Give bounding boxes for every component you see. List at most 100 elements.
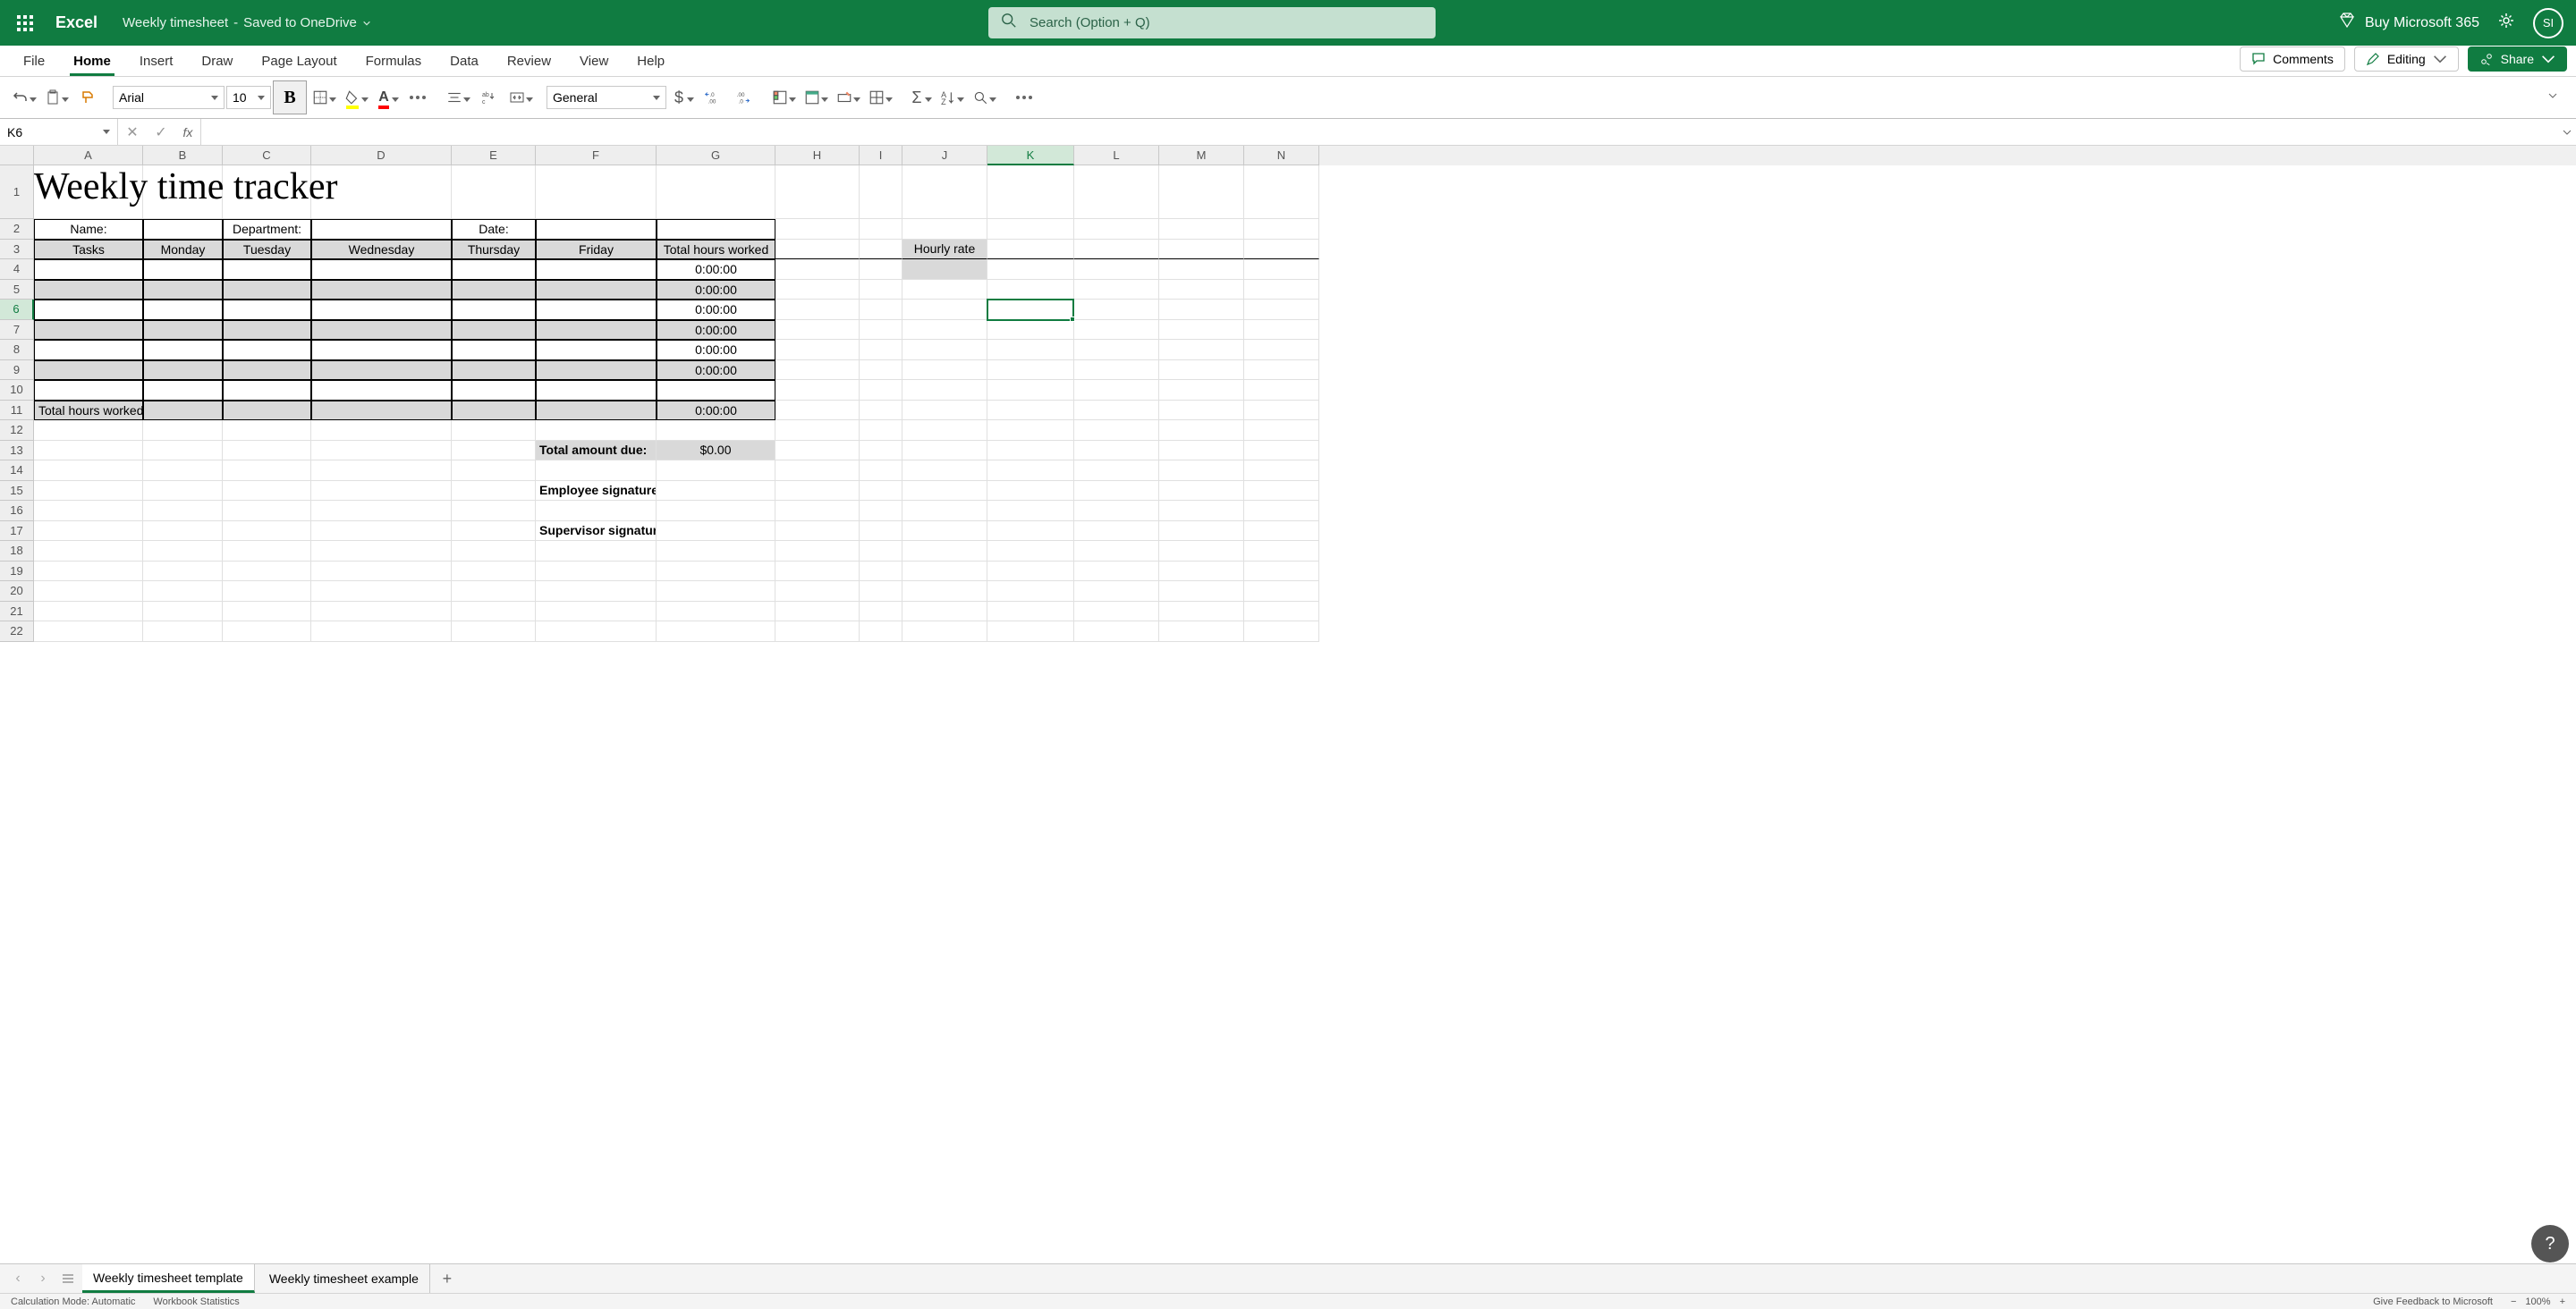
task-cell[interactable]	[536, 259, 657, 280]
cell[interactable]	[1244, 380, 1319, 401]
fill-color-button[interactable]	[341, 83, 371, 112]
cell[interactable]	[657, 602, 775, 622]
cell[interactable]	[902, 165, 987, 219]
cell[interactable]	[1159, 541, 1244, 562]
cell[interactable]	[223, 621, 311, 642]
total-hours-label[interactable]: Total hours worked	[34, 401, 143, 421]
row-header[interactable]: 20	[0, 581, 34, 602]
cell[interactable]	[536, 501, 657, 521]
cell[interactable]	[1074, 219, 1159, 240]
row-total[interactable]: 0:00:00	[657, 320, 775, 341]
cell[interactable]	[1074, 380, 1159, 401]
task-cell[interactable]	[143, 320, 223, 341]
cell[interactable]	[775, 380, 860, 401]
cell[interactable]	[311, 602, 452, 622]
header-cell[interactable]: Wednesday	[311, 240, 452, 260]
row-total[interactable]: 0:00:00	[657, 300, 775, 320]
name-label[interactable]: Name:	[34, 219, 143, 240]
cell[interactable]	[902, 621, 987, 642]
cell[interactable]	[452, 581, 536, 602]
cell[interactable]	[902, 380, 987, 401]
sheet-tab-template[interactable]: Weekly timesheet template	[82, 1264, 255, 1293]
cell[interactable]	[1074, 320, 1159, 341]
cell[interactable]	[860, 581, 902, 602]
cell[interactable]	[34, 380, 143, 401]
cells-button[interactable]	[865, 83, 895, 112]
row-header[interactable]: 14	[0, 460, 34, 481]
task-cell[interactable]	[311, 280, 452, 300]
row-header[interactable]: 13	[0, 441, 34, 461]
cell[interactable]	[987, 541, 1074, 562]
header-cell[interactable]: Tuesday	[223, 240, 311, 260]
dept-label[interactable]: Department:	[223, 219, 311, 240]
cell[interactable]	[1159, 581, 1244, 602]
cell[interactable]	[1074, 441, 1159, 461]
row-header[interactable]: 19	[0, 562, 34, 582]
row-header[interactable]: 4	[0, 259, 34, 280]
cell[interactable]	[860, 165, 902, 219]
cell[interactable]	[1244, 280, 1319, 300]
cell[interactable]	[987, 401, 1074, 421]
cell[interactable]	[1244, 562, 1319, 582]
cell[interactable]	[1159, 602, 1244, 622]
cell[interactable]	[860, 541, 902, 562]
amount-due-value[interactable]: $0.00	[657, 441, 775, 461]
cell[interactable]	[143, 621, 223, 642]
cell[interactable]	[223, 562, 311, 582]
cell[interactable]	[902, 541, 987, 562]
cell[interactable]	[987, 280, 1074, 300]
cell[interactable]	[1159, 562, 1244, 582]
task-cell[interactable]	[452, 340, 536, 360]
task-cell[interactable]	[452, 280, 536, 300]
cell[interactable]	[223, 441, 311, 461]
borders-button[interactable]	[309, 83, 339, 112]
cell[interactable]	[1074, 541, 1159, 562]
col-header[interactable]: G	[657, 146, 775, 165]
cell[interactable]	[902, 401, 987, 421]
cell[interactable]	[1074, 521, 1159, 542]
cell[interactable]	[860, 380, 902, 401]
undo-button[interactable]	[9, 83, 39, 112]
row-header[interactable]: 18	[0, 541, 34, 562]
row-header[interactable]: 7	[0, 320, 34, 341]
avatar[interactable]: SI	[2533, 8, 2563, 38]
cell[interactable]	[657, 165, 775, 219]
cell[interactable]	[1074, 501, 1159, 521]
cell[interactable]	[1074, 259, 1159, 280]
search-input[interactable]: Search (Option + Q)	[988, 7, 1436, 38]
row-header[interactable]: 16	[0, 501, 34, 521]
cell[interactable]	[902, 420, 987, 441]
cell[interactable]	[34, 562, 143, 582]
cell[interactable]	[143, 460, 223, 481]
cell[interactable]	[34, 521, 143, 542]
cell[interactable]	[1244, 441, 1319, 461]
cell[interactable]	[902, 602, 987, 622]
format-table-button[interactable]	[801, 83, 831, 112]
cell[interactable]	[860, 360, 902, 381]
add-sheet-button[interactable]: +	[434, 1270, 461, 1288]
day-total[interactable]	[452, 401, 536, 421]
cell[interactable]	[1159, 259, 1244, 280]
cell[interactable]	[452, 380, 536, 401]
cell[interactable]	[1074, 240, 1159, 260]
task-cell[interactable]	[452, 320, 536, 341]
find-button[interactable]	[969, 83, 999, 112]
feedback-link[interactable]: Give Feedback to Microsoft	[2373, 1296, 2493, 1307]
cell[interactable]	[860, 340, 902, 360]
cell[interactable]	[657, 562, 775, 582]
cell[interactable]	[657, 621, 775, 642]
row-header[interactable]: 5	[0, 280, 34, 300]
cell[interactable]	[775, 481, 860, 502]
cell[interactable]	[143, 562, 223, 582]
date-label[interactable]: Date:	[452, 219, 536, 240]
cell[interactable]	[987, 621, 1074, 642]
number-format-select[interactable]: General	[547, 86, 666, 109]
fx-icon[interactable]: fx	[175, 125, 200, 139]
help-button[interactable]: ?	[2531, 1225, 2569, 1263]
cell[interactable]	[987, 521, 1074, 542]
row-header[interactable]: 12	[0, 420, 34, 441]
cell[interactable]	[775, 420, 860, 441]
increase-decimal-button[interactable]: .00.0	[729, 83, 758, 112]
employee-sig-label[interactable]: Employee signature:	[536, 481, 657, 502]
cell[interactable]	[223, 581, 311, 602]
